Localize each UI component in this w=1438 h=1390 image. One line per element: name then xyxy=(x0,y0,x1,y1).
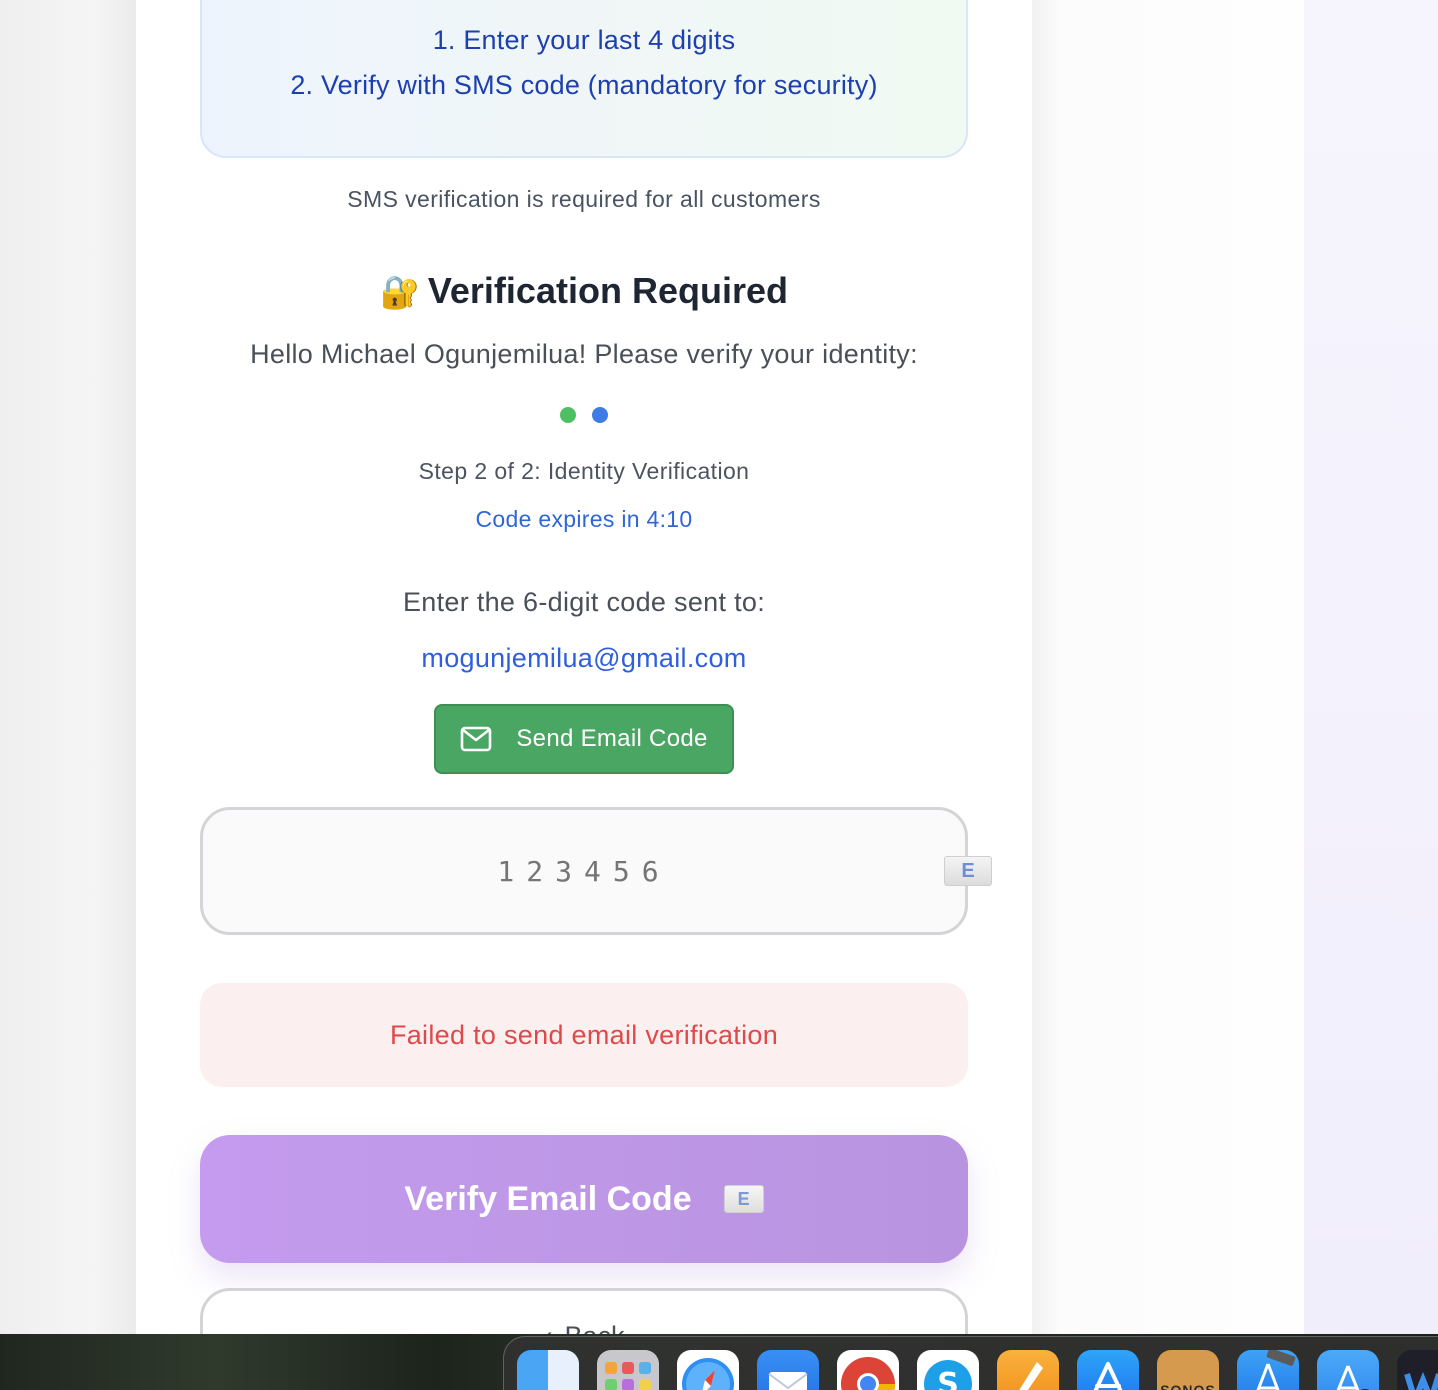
finder-icon[interactable] xyxy=(517,1350,579,1390)
lock-with-key-icon: 🔐 xyxy=(380,274,420,310)
sonos-label: SONOS xyxy=(1160,1382,1216,1390)
background-far-right xyxy=(1304,0,1438,1334)
sonos-icon[interactable]: SONOS xyxy=(1157,1350,1219,1390)
send-email-code-label: Send Email Code xyxy=(516,725,708,752)
back-button[interactable]: ‹ Back xyxy=(200,1288,968,1334)
pages-icon[interactable] xyxy=(997,1350,1059,1390)
page-title-text: Verification Required xyxy=(427,270,788,311)
instruction-step-1: 1. Enter your last 4 digits xyxy=(432,25,736,55)
background-right xyxy=(1032,0,1304,1334)
launchpad-icon[interactable] xyxy=(597,1350,659,1390)
step-label: Step 2 of 2: Identity Verification xyxy=(418,458,750,484)
verify-email-code-button[interactable]: Verify Email Code E xyxy=(200,1135,968,1263)
send-email-code-button[interactable]: Send Email Code xyxy=(434,704,734,774)
verification-code-input[interactable] xyxy=(200,807,968,935)
recipient-email: mogunjemilua@gmail.com xyxy=(421,643,747,673)
greeting-text: Hello Michael Ogunjemilua! Please verify… xyxy=(250,339,918,369)
chevron-left-icon: ‹ xyxy=(543,1321,552,1334)
step-2-dot xyxy=(592,407,608,423)
email-envelope-icon: E xyxy=(723,1185,764,1213)
step-1-dot xyxy=(560,407,576,423)
xcode-icon[interactable] xyxy=(1237,1350,1299,1390)
svg-text:S: S xyxy=(937,1367,959,1390)
error-message: Failed to send email verification xyxy=(200,983,968,1087)
instructions-box: 1. Enter your last 4 digits 2. Verify wi… xyxy=(200,0,968,158)
email-envelope-icon: E xyxy=(944,856,992,886)
chrome-icon[interactable] xyxy=(837,1350,899,1390)
app-store-icon[interactable] xyxy=(1077,1350,1139,1390)
back-button-label: Back xyxy=(564,1321,624,1334)
enter-code-instruction: Enter the 6-digit code sent to: xyxy=(402,587,765,617)
mail-icon[interactable] xyxy=(757,1350,819,1390)
instruction-step-2: 2. Verify with SMS code (mandatory for s… xyxy=(290,70,878,100)
page-title: 🔐 Verification Required xyxy=(136,270,1032,312)
background-left xyxy=(0,0,136,1334)
safari-icon[interactable] xyxy=(677,1350,739,1390)
sms-requirement-note: SMS verification is required for all cus… xyxy=(347,186,821,212)
envelope-icon xyxy=(461,726,492,752)
step-progress-dots xyxy=(560,407,620,423)
instruments-icon[interactable] xyxy=(1317,1350,1379,1390)
verify-email-code-label: Verify Email Code xyxy=(404,1179,692,1218)
code-expiry-timer: Code expires in 4:10 xyxy=(475,506,693,532)
error-message-text: Failed to send email verification xyxy=(389,1019,779,1050)
webex-icon[interactable] xyxy=(1397,1350,1438,1390)
verification-card: 1. Enter your last 4 digits 2. Verify wi… xyxy=(136,0,1032,1334)
skype-icon[interactable]: S xyxy=(917,1350,979,1390)
